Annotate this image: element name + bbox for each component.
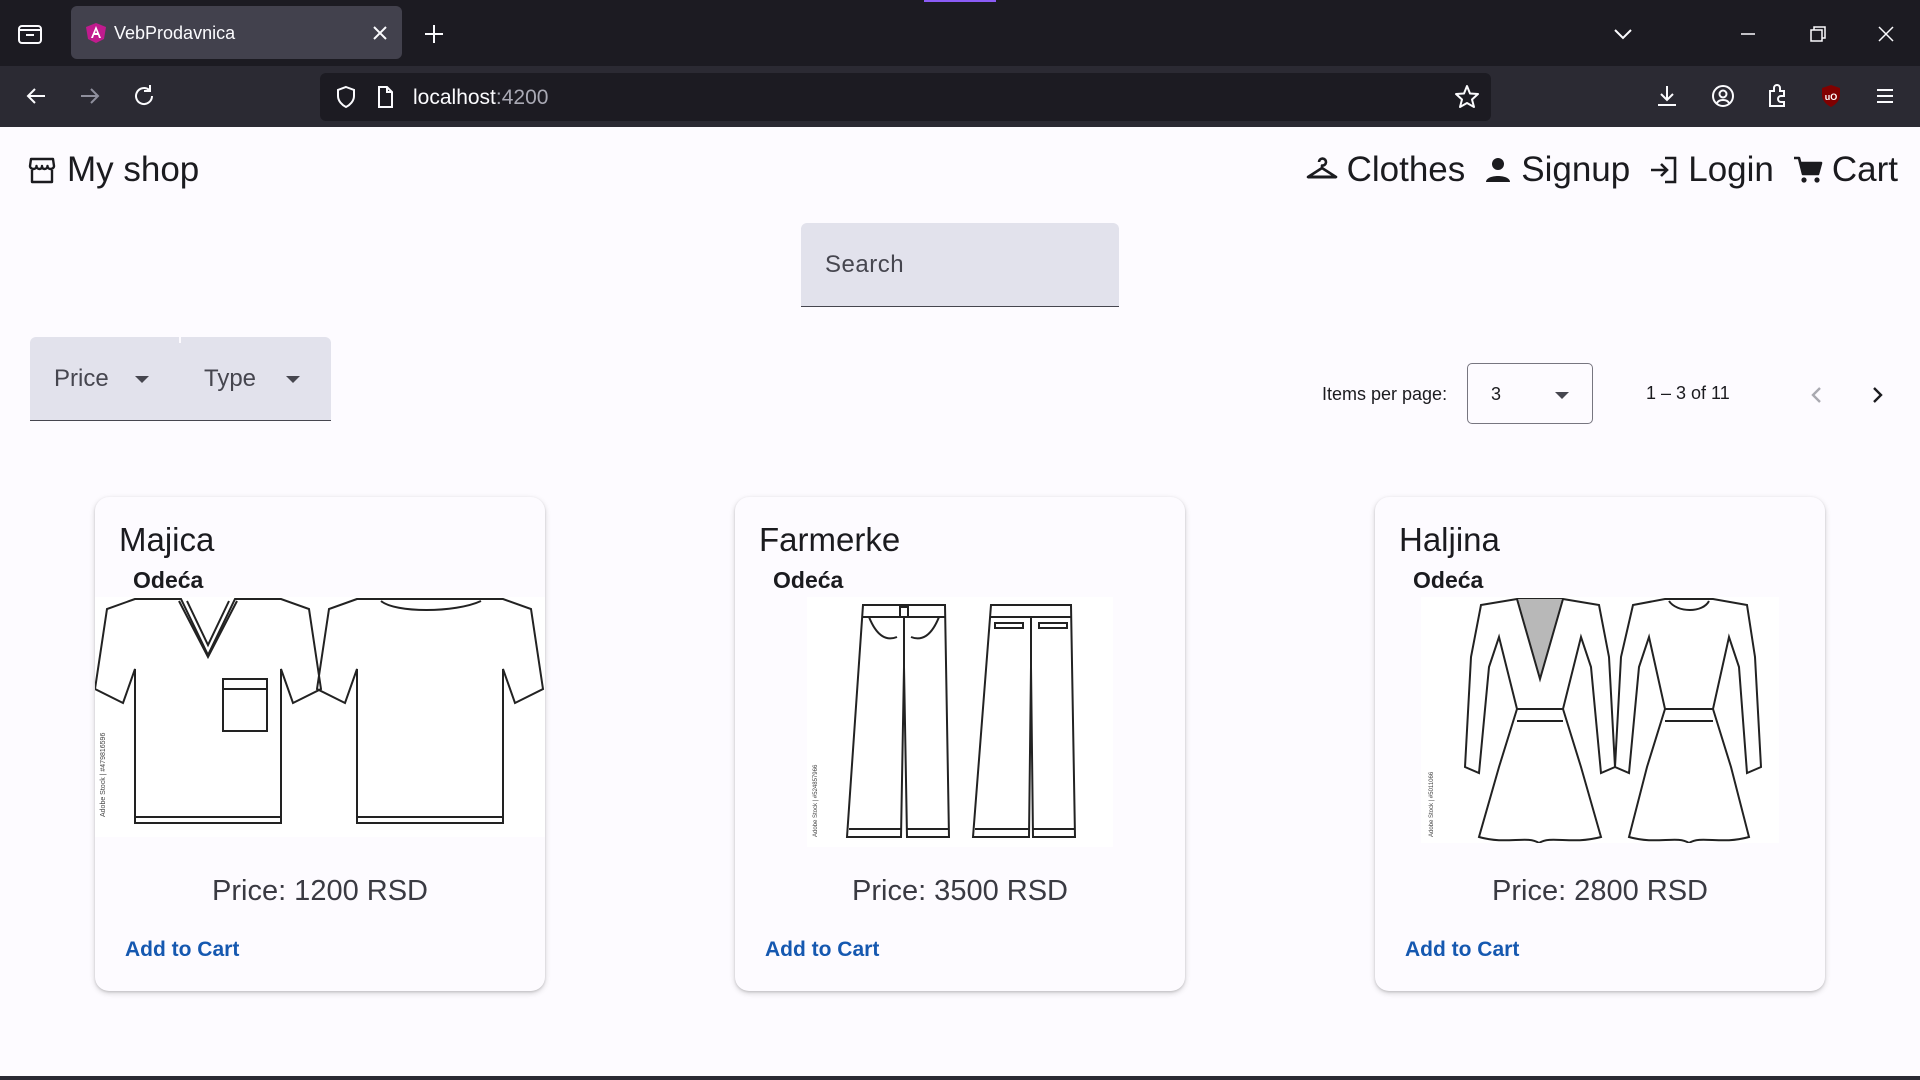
dress-sketch-image: Adobe Stock | #5011066 [1421,597,1779,843]
nav-clothes-link[interactable]: Clothes [1305,150,1466,190]
new-tab-icon[interactable] [420,20,448,48]
minimize-icon[interactable] [1732,18,1764,50]
tracking-shield-icon[interactable] [333,84,359,110]
filter-separator [179,337,181,343]
product-name: Farmerke [759,521,901,558]
search-input[interactable] [801,223,1119,306]
previous-page-icon[interactable] [1801,379,1833,411]
page-size-value: 3 [1491,384,1502,404]
hanger-icon [1305,153,1339,187]
product-type: Odeća [773,567,844,593]
jeans-sketch-image: Adobe Stock | #524857966 [807,597,1113,847]
type-filter-select[interactable]: Type [204,337,301,421]
chevron-down-icon[interactable] [1607,18,1639,50]
product-card: Haljina Odeća Adobe Stock | #5011066 Pri… [1375,497,1825,991]
dropdown-arrow-icon [286,375,301,383]
add-to-cart-button[interactable]: Add to Cart [125,938,239,962]
tshirt-sketch-image: Adobe Stock | #479816596 [95,597,545,837]
items-per-page-label: Items per page: [1322,384,1448,404]
nav-clothes-label: Clothes [1346,150,1466,189]
browser-tab-bar: VebProdavnica [0,0,1920,66]
back-arrow-icon[interactable] [20,80,52,112]
person-icon [1483,155,1513,185]
product-price: Price: 3500 RSD [852,875,1068,907]
product-type: Odeća [1413,567,1484,593]
downloads-icon[interactable] [1651,80,1683,112]
extensions-icon[interactable] [1761,80,1793,112]
product-price: Price: 1200 RSD [212,875,428,907]
ublock-origin-icon[interactable]: uO [1815,80,1847,112]
storefront-icon [27,155,57,185]
address-bar[interactable]: localhost:4200 [320,73,1491,121]
page-info-icon[interactable] [372,84,398,110]
price-filter-label: Price [54,365,109,392]
tab-title: VebProdavnica [114,23,236,43]
nav-signup-label: Signup [1521,150,1631,189]
menu-hamburger-icon[interactable] [1869,80,1901,112]
product-card: Farmerke Odeća Adobe Stock | #524857966 … [735,497,1185,991]
type-filter-label: Type [204,365,257,392]
close-tab-icon[interactable] [368,21,392,45]
svg-text:uO: uO [1825,92,1838,102]
nav-login-label: Login [1688,150,1774,189]
search-field[interactable] [801,223,1119,307]
add-to-cart-button[interactable]: Add to Cart [1405,938,1519,962]
page-range-label: 1 – 3 of 11 [1646,383,1730,403]
url-host: localhost [413,86,496,109]
angular-favicon-icon [85,22,107,44]
url-text[interactable]: localhost:4200 [413,86,548,110]
url-port: :4200 [495,86,549,109]
dropdown-arrow-icon [134,375,149,383]
svg-text:Adobe Stock | #479816596: Adobe Stock | #479816596 [100,733,107,817]
svg-text:Adobe Stock | #5011066: Adobe Stock | #5011066 [1429,771,1435,837]
cart-icon [1792,154,1824,186]
reload-icon[interactable] [128,80,160,112]
page-size-select[interactable]: 3 [1467,363,1593,424]
account-icon[interactable] [1707,80,1739,112]
tab-bar-accent [924,0,996,2]
browser-nav-bar: localhost:4200 uO [0,66,1920,127]
close-window-icon[interactable] [1870,18,1902,50]
next-page-icon[interactable] [1861,379,1893,411]
top-navigation: Clothes Signup Login Cart [1287,150,1898,190]
price-filter-select[interactable]: Price [54,337,149,421]
tab-list-icon[interactable] [14,18,46,50]
dropdown-arrow-icon [1555,392,1569,399]
shop-title: My shop [67,150,200,189]
product-type: Odeća [133,567,204,593]
filter-bar: Price Type [30,337,331,421]
restore-icon[interactable] [1801,18,1833,50]
shop-brand[interactable]: My shop [27,150,199,190]
nav-signup-link[interactable]: Signup [1483,150,1630,190]
svg-text:Adobe Stock | #524857966: Adobe Stock | #524857966 [813,764,819,837]
nav-cart-link[interactable]: Cart [1792,150,1898,190]
browser-tab[interactable]: VebProdavnica [71,6,402,59]
product-name: Haljina [1399,521,1500,558]
nav-login-link[interactable]: Login [1648,150,1774,190]
nav-cart-label: Cart [1831,150,1898,189]
product-card: Majica Odeća Adobe Stock | #479816596 Pr… [95,497,545,991]
bookmark-star-icon[interactable] [1453,83,1481,111]
product-name: Majica [119,521,215,558]
forward-arrow-icon[interactable] [74,80,106,112]
product-price: Price: 2800 RSD [1492,875,1708,907]
add-to-cart-button[interactable]: Add to Cart [765,938,879,962]
login-icon [1648,154,1680,186]
window-bottom-border [0,1076,1920,1080]
